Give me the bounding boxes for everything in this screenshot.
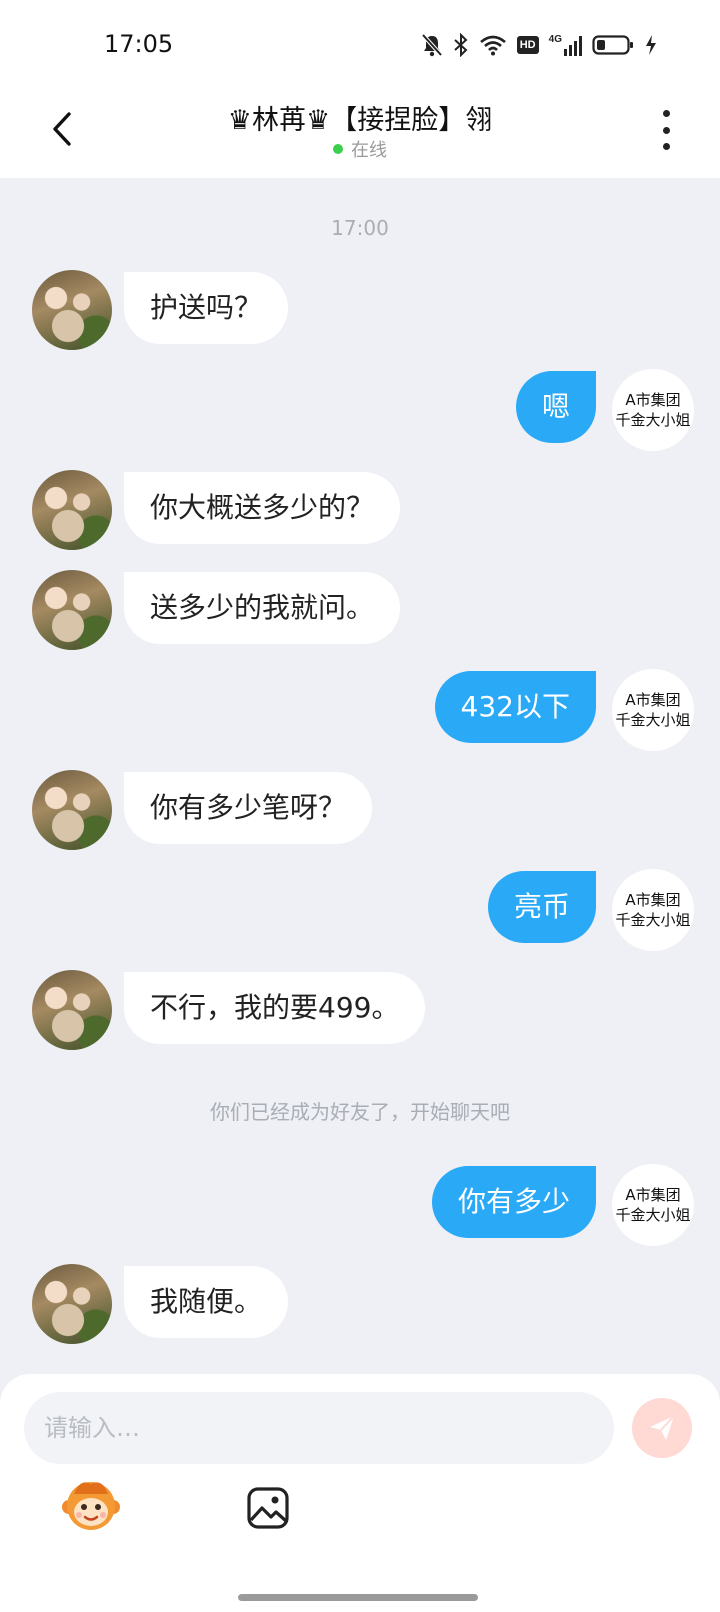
outgoing-message[interactable]: 你有多少 — [431, 1166, 596, 1238]
network-type-label: 4G — [548, 34, 562, 45]
emoji-button[interactable] — [60, 1474, 122, 1536]
contact-avatar[interactable] — [32, 570, 112, 650]
my-avatar-line: A市集团 — [625, 891, 681, 909]
my-avatar-line: 千金大小姐 — [615, 411, 691, 429]
online-status-text: 在线 — [351, 140, 387, 161]
send-icon — [650, 1415, 675, 1440]
incoming-message[interactable]: 我随便。 — [124, 1266, 289, 1338]
my-avatar-line: A市集团 — [625, 691, 681, 709]
online-status: 在线 — [0, 136, 720, 162]
chat-header: ♛林苒♛【接捏脸】翎 在线 — [0, 80, 720, 178]
my-avatar[interactable]: A市集团 千金大小姐 — [612, 669, 694, 751]
home-indicator[interactable] — [238, 1594, 478, 1601]
system-message: 你们已经成为好友了，开始聊天吧 — [210, 1100, 510, 1124]
my-avatar-line: 千金大小姐 — [615, 1206, 691, 1224]
hd-icon: HD — [516, 36, 539, 54]
monkey-emoji-icon — [62, 1482, 120, 1530]
contact-avatar[interactable] — [32, 970, 112, 1050]
incoming-message[interactable]: 你有多少笔呀？ — [124, 772, 373, 844]
incoming-message[interactable]: 护送吗？ — [124, 272, 289, 344]
my-avatar[interactable]: A市集团 千金大小姐 — [612, 369, 694, 451]
more-dot-icon — [662, 143, 670, 150]
contact-avatar[interactable] — [32, 770, 112, 850]
message-timestamp: 17:00 — [331, 216, 389, 240]
charging-icon — [646, 35, 656, 55]
my-avatar[interactable]: A市集团 千金大小姐 — [612, 869, 694, 951]
more-options-button[interactable] — [658, 110, 674, 150]
contact-name: ♛林苒♛【接捏脸】翎 — [227, 105, 493, 136]
chat-messages[interactable]: 17:00 护送吗？ 嗯 A市集团 千金大小姐 你大概送多少的？ 送多少的我就问… — [0, 178, 720, 1374]
status-icons: HD 4G — [421, 30, 658, 60]
my-avatar-line: 千金大小姐 — [615, 711, 691, 729]
mute-icon — [421, 33, 443, 57]
my-avatar-line: A市集团 — [625, 1186, 681, 1204]
bluetooth-icon — [453, 33, 468, 57]
more-dot-icon — [662, 126, 670, 134]
contact-avatar[interactable] — [32, 1264, 112, 1344]
outgoing-message[interactable]: 432以下 — [434, 671, 596, 743]
my-avatar[interactable]: A市集团 千金大小姐 — [612, 1164, 694, 1246]
contact-avatar[interactable] — [32, 270, 112, 350]
online-dot-icon — [333, 144, 343, 154]
my-avatar-line: A市集团 — [625, 391, 681, 409]
battery-icon — [592, 35, 633, 55]
message-composer — [0, 1374, 720, 1612]
send-button[interactable] — [632, 1398, 692, 1458]
status-time: 17:05 — [104, 30, 174, 58]
signal-4g-icon: 4G — [549, 34, 582, 56]
wifi-icon — [479, 35, 506, 56]
status-bar: 17:05 HD 4G — [0, 0, 720, 80]
image-icon — [247, 1487, 289, 1529]
image-button[interactable] — [246, 1486, 290, 1530]
incoming-message[interactable]: 不行，我的要499。 — [124, 972, 426, 1044]
outgoing-message[interactable]: 亮币 — [487, 871, 596, 943]
incoming-message[interactable]: 送多少的我就问。 — [124, 572, 401, 644]
outgoing-message[interactable]: 嗯 — [515, 371, 596, 443]
incoming-message[interactable]: 你大概送多少的？ — [124, 472, 401, 544]
message-input[interactable] — [24, 1392, 614, 1464]
contact-avatar[interactable] — [32, 470, 112, 550]
more-dot-icon — [662, 110, 670, 117]
my-avatar-line: 千金大小姐 — [615, 911, 691, 929]
